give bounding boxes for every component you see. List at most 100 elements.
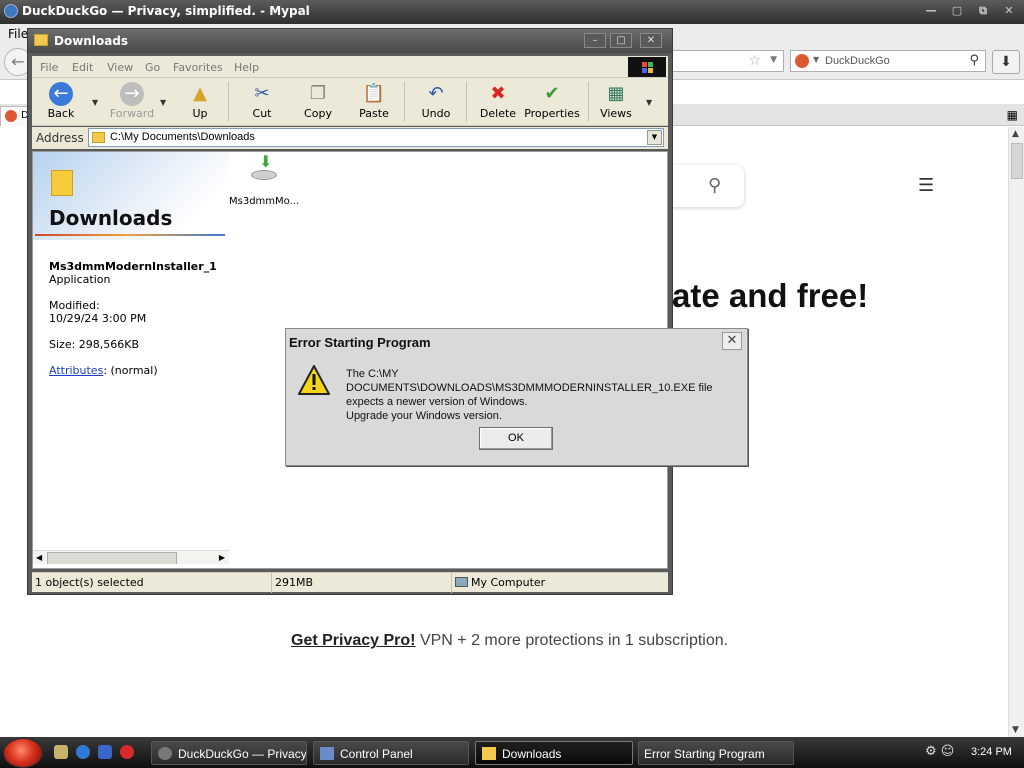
address-bar: Address C:\My Documents\Downloads ▼ — [32, 127, 668, 149]
taskbar: DuckDuckGo — Privacy... Control Panel Do… — [0, 737, 1024, 768]
menu-edit[interactable]: Edit — [72, 61, 93, 74]
menu-view[interactable]: View — [107, 61, 133, 74]
menu-file[interactable]: File — [40, 61, 58, 74]
taskbar-item-control-panel[interactable]: Control Panel — [313, 741, 469, 765]
chevron-down-icon[interactable]: ▼ — [647, 130, 662, 145]
taskbar-clock[interactable]: 3:24 PM — [971, 746, 1012, 758]
browser-close-button[interactable]: ✕ — [998, 3, 1020, 19]
horizontal-scrollbar[interactable]: ◀ ▶ — [33, 550, 229, 564]
properties-icon: ✔ — [544, 83, 560, 104]
menu-help[interactable]: Help — [234, 61, 259, 74]
back-history-dropdown-icon[interactable]: ▼ — [92, 98, 98, 107]
taskbar-item-error-dialog[interactable]: Error Starting Program — [638, 741, 794, 765]
control-panel-icon — [320, 747, 334, 760]
chevron-down-icon[interactable]: ▼ — [770, 55, 777, 65]
selected-file-type: Application — [49, 273, 111, 286]
taskbar-item-browser[interactable]: DuckDuckGo — Privacy... — [151, 741, 307, 765]
explorer-menu-bar: File Edit View Go Favorites Help — [32, 56, 668, 78]
windows-logo-icon — [628, 57, 666, 77]
quick-launch-icon[interactable] — [54, 745, 68, 759]
dialog-title: Error Starting Program — [289, 335, 431, 350]
paste-button[interactable]: 📋 Paste — [352, 80, 396, 124]
views-icon: ▦ — [607, 83, 625, 104]
browser-restore-button[interactable]: ⧉ — [972, 3, 994, 19]
start-button[interactable] — [3, 738, 43, 768]
folder-icon — [34, 34, 48, 46]
scrollbar-thumb[interactable] — [47, 552, 177, 564]
scroll-down-icon[interactable]: ▼ — [1012, 725, 1019, 735]
browser-menu-file[interactable]: File — [8, 27, 28, 41]
cut-button[interactable]: ✂ Cut — [242, 80, 282, 124]
privacy-pro-promo: Get Privacy Pro! VPN + 2 more protection… — [291, 632, 728, 650]
browser-url-bar[interactable]: ☆ ▼ — [672, 50, 784, 72]
attributes-row: Attributes: (normal) — [49, 364, 158, 377]
bookmark-star-icon[interactable]: ☆ — [748, 53, 761, 69]
status-size: 291MB — [272, 573, 452, 593]
installer-icon: ⬇ — [249, 154, 279, 184]
page-scrollbar[interactable]: ▲ ▼ — [1008, 127, 1024, 737]
explorer-window: Downloads – □ ✕ File Edit View Go Favori… — [27, 28, 673, 595]
explorer-title-bar[interactable]: Downloads – □ ✕ — [28, 29, 672, 53]
quick-launch-icon[interactable] — [98, 745, 112, 759]
forward-arrow-icon: → — [120, 82, 144, 106]
address-label: Address — [36, 131, 84, 145]
explorer-close-button[interactable]: ✕ — [640, 33, 662, 48]
dialog-title-bar[interactable]: Error Starting Program ✕ — [286, 329, 747, 355]
dialog-close-button[interactable]: ✕ — [722, 332, 742, 350]
file-item[interactable]: ⬇ Ms3dmmMo... — [229, 154, 299, 208]
hamburger-menu-icon[interactable]: ☰ — [918, 175, 934, 196]
scroll-up-icon[interactable]: ▲ — [1012, 129, 1019, 139]
browser-title-bar: DuckDuckGo — Privacy, simplified. - Mypa… — [0, 0, 1024, 24]
divider — [35, 234, 225, 236]
scroll-right-icon[interactable]: ▶ — [219, 553, 225, 562]
browser-minimize-button[interactable]: — — [920, 3, 942, 19]
browser-icon — [158, 747, 172, 760]
views-dropdown-icon[interactable]: ▼ — [646, 98, 652, 107]
attributes-link[interactable]: Attributes — [49, 364, 103, 377]
forward-button[interactable]: → Forward — [104, 80, 160, 124]
attributes-value: : (normal) — [103, 364, 158, 377]
views-button[interactable]: ▦ Views — [596, 80, 636, 124]
taskbar-item-downloads[interactable]: Downloads — [475, 741, 633, 765]
details-pane: Downloads Ms3dmmModernInstaller_1 Applic… — [33, 152, 229, 564]
scrollbar-thumb[interactable] — [1011, 143, 1023, 179]
page-search-box[interactable]: ⚲ — [668, 165, 744, 207]
privacy-pro-text: VPN + 2 more protections in 1 subscripti… — [415, 632, 729, 649]
opera-icon[interactable] — [120, 745, 134, 759]
duckduckgo-icon[interactable] — [795, 54, 809, 68]
toolbar-separator — [466, 82, 467, 122]
explorer-maximize-button[interactable]: □ — [610, 33, 632, 48]
privacy-pro-link[interactable]: Get Privacy Pro! — [291, 632, 416, 649]
chevron-down-icon: ▼ — [813, 55, 820, 64]
scroll-left-icon[interactable]: ◀ — [36, 553, 42, 562]
ok-button[interactable]: OK — [479, 427, 553, 450]
back-arrow-icon: ← — [49, 82, 73, 106]
undo-button[interactable]: ↶ Undo — [416, 80, 456, 124]
browser-search-bar[interactable]: ▼ DuckDuckGo ⚲ — [790, 50, 986, 72]
browser-maximize-button[interactable]: ▢ — [946, 3, 968, 19]
search-engine-placeholder: DuckDuckGo — [825, 55, 890, 67]
menu-go[interactable]: Go — [145, 61, 160, 74]
downloads-button[interactable]: ⬇ — [992, 50, 1020, 74]
search-icon[interactable]: ⚲ — [708, 175, 721, 196]
back-button[interactable]: ← Back — [38, 80, 84, 124]
search-icon[interactable]: ⚲ — [969, 53, 979, 68]
delete-button[interactable]: ✖ Delete — [476, 80, 520, 124]
forward-history-dropdown-icon[interactable]: ▼ — [160, 98, 166, 107]
properties-button[interactable]: ✔ Properties — [524, 80, 580, 124]
browser-tab[interactable]: D — [0, 106, 29, 126]
explorer-minimize-button[interactable]: – — [584, 33, 606, 48]
copy-button[interactable]: ❐ Copy — [296, 80, 340, 124]
address-value: C:\My Documents\Downloads — [110, 131, 255, 143]
ie-icon[interactable] — [76, 745, 90, 759]
folder-icon — [51, 170, 73, 196]
folder-icon — [482, 747, 496, 760]
up-button[interactable]: ▲ Up — [180, 80, 220, 124]
address-input[interactable]: C:\My Documents\Downloads ▼ — [88, 128, 664, 147]
modified-value: 10/29/24 3:00 PM — [49, 312, 147, 325]
system-tray-icons[interactable]: ⚙ ☺ — [925, 744, 954, 759]
status-bar: 1 object(s) selected 291MB My Computer — [32, 572, 668, 593]
clipboard-icon: 📋 — [362, 83, 386, 104]
menu-favorites[interactable]: Favorites — [173, 61, 223, 74]
grid-icon[interactable]: ▦ — [1007, 108, 1018, 122]
